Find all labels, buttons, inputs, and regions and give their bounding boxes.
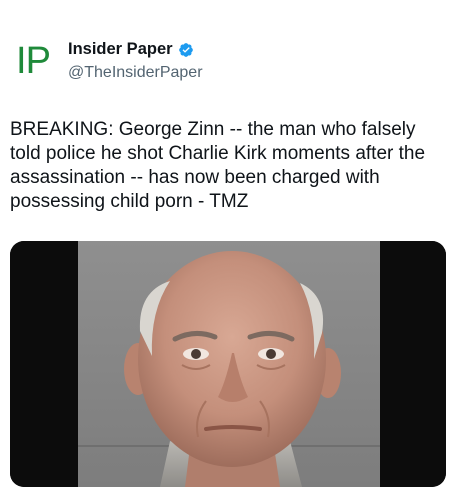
user-handle[interactable]: @TheInsiderPaper [68, 64, 203, 82]
avatar[interactable]: IP [10, 38, 56, 84]
display-name[interactable]: Insider Paper [68, 40, 173, 59]
name-row: Insider Paper [68, 40, 203, 59]
mugshot-illustration [10, 241, 446, 487]
tweet-media-photo[interactable] [10, 241, 446, 487]
mugshot-image [10, 241, 446, 487]
author-block: Insider Paper @TheInsiderPaper [68, 40, 203, 82]
tweet-card[interactable]: IP Insider Paper @TheInsiderPaper BREAKI… [0, 0, 456, 500]
insider-paper-logo: IP [16, 40, 51, 82]
tweet-text: BREAKING: George Zinn -- the man who fal… [10, 119, 426, 212]
verified-badge-icon [178, 42, 193, 57]
